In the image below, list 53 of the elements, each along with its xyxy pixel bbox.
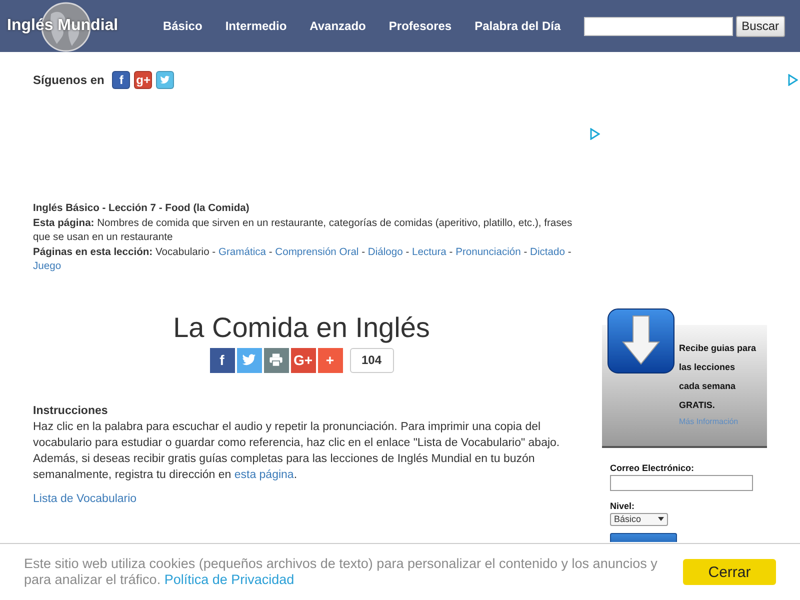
pages-label: Páginas en esta lección: bbox=[33, 246, 153, 258]
signup-promo-text: Recibe guias para las lecciones cada semana GRATIS. bbox=[679, 342, 757, 412]
email-field[interactable] bbox=[610, 474, 753, 490]
lesson-page-link[interactable]: Comprensión Oral bbox=[275, 246, 359, 258]
lesson-page-link[interactable]: Dictado bbox=[530, 246, 565, 258]
nav-link[interactable]: Básico bbox=[162, 19, 202, 33]
lesson-page-link[interactable]: Diálogo bbox=[368, 246, 403, 258]
separator: - bbox=[406, 246, 410, 258]
share-button[interactable]: G+ bbox=[290, 348, 316, 372]
printer-icon bbox=[267, 351, 285, 369]
instructions-heading: Instrucciones bbox=[33, 404, 109, 418]
share-button[interactable]: f bbox=[210, 348, 234, 372]
lesson-page-link[interactable]: Lectura bbox=[412, 246, 446, 258]
lesson-title: Inglés Básico - Lección 7 - Food (la Comida) bbox=[33, 202, 250, 216]
lesson-page-link[interactable]: Gramática bbox=[218, 246, 266, 258]
signup-link[interactable]: esta página bbox=[234, 468, 294, 480]
register-button[interactable] bbox=[610, 532, 677, 542]
nav-link[interactable]: Profesores bbox=[388, 19, 452, 33]
separator: - bbox=[524, 246, 528, 258]
share-button[interactable] bbox=[236, 348, 262, 372]
email-label: Correo Electrónico: bbox=[610, 462, 696, 472]
social-link[interactable] bbox=[156, 71, 174, 89]
social-link[interactable]: f bbox=[112, 71, 130, 89]
cookie-notice: Este sitio web utiliza cookies (pequeños archivos de texto) para personalizar el contenido y los anuncios y para analizar el tráfico. Política de Privacidad bbox=[24, 556, 658, 588]
nav-link[interactable]: Palabra del Día bbox=[474, 19, 561, 33]
privacy-policy-link[interactable]: Política de Privacidad bbox=[164, 572, 294, 587]
share-button[interactable] bbox=[264, 348, 288, 372]
current-page: Vocabulario bbox=[155, 246, 210, 258]
separator: - bbox=[449, 246, 453, 258]
separator: - bbox=[568, 246, 572, 258]
level-select[interactable]: Básico bbox=[610, 512, 668, 526]
page-description: Esta página: Nombres de comida que sirven en un restaurante, categorías de comidas (aperitivo, platillo, etc.), frases que se usan en un restaurante bbox=[33, 216, 574, 245]
share-count: 104 bbox=[350, 348, 394, 372]
ad-choices-icon[interactable] bbox=[590, 128, 600, 140]
follow-label: Síguenos en bbox=[33, 73, 104, 87]
level-label: Nivel: bbox=[610, 500, 636, 510]
social-link[interactable]: g+ bbox=[134, 71, 152, 89]
separator: - bbox=[212, 246, 216, 258]
lesson-page-link[interactable]: Pronunciación bbox=[456, 246, 521, 258]
search-button[interactable]: Buscar bbox=[736, 16, 785, 36]
instructions-text: Haz clic en la palabra para escuchar el audio y repetir la pronunciación. Para imprimir una copia del vocabulario para estudiar o guardar como referencia, haz clic en el enlace "Lista de Vocabulario" abajo. Además, si deseas recibir gratis guías completas para las lecciones de Inglés Mundial en tu buzón semanalmente, registra tu dirección en esta página. bbox=[33, 420, 561, 482]
vocabulary-list-link[interactable]: Lista de Vocabulario bbox=[33, 490, 137, 506]
lesson-page-link[interactable]: Juego bbox=[33, 261, 62, 272]
nav-link[interactable]: Avanzado bbox=[310, 19, 366, 33]
caret-icon bbox=[658, 517, 664, 521]
share-button[interactable]: + bbox=[318, 348, 342, 372]
nav-link[interactable]: Intermedio bbox=[225, 19, 287, 33]
separator: - bbox=[268, 246, 272, 258]
search-field[interactable] bbox=[584, 16, 733, 36]
close-button[interactable]: Cerrar bbox=[683, 559, 776, 585]
separator: - bbox=[362, 246, 366, 258]
ad-choices-icon[interactable] bbox=[788, 74, 798, 86]
page-heading: La Comida en Inglés bbox=[172, 312, 431, 344]
